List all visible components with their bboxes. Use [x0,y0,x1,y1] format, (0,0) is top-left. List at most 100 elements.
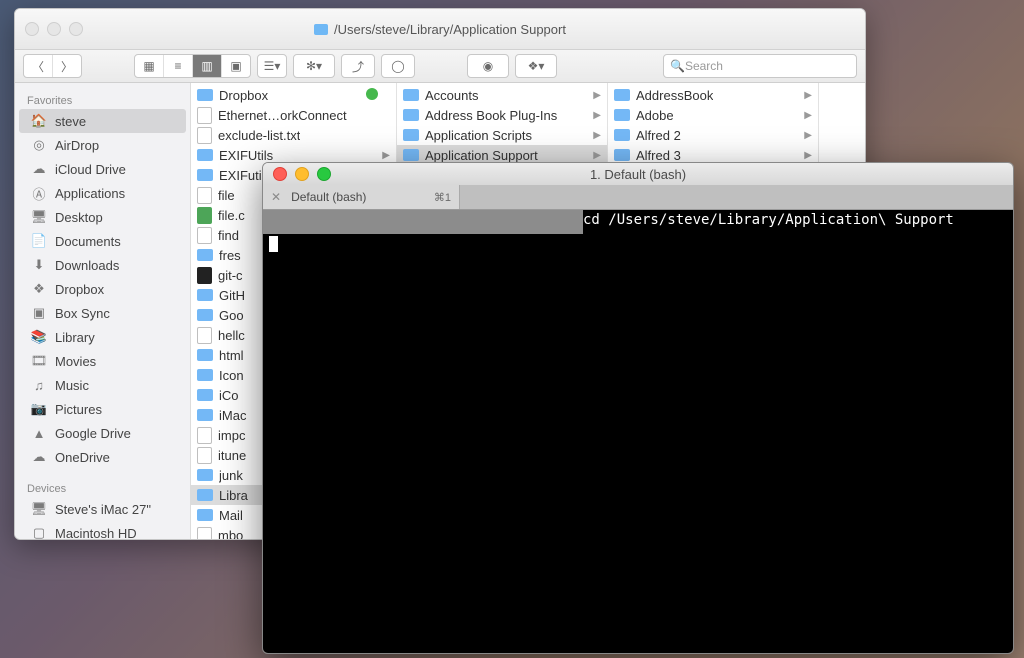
imac-icon: 🖥 [31,501,47,517]
command-text: cd /Users/steve/Library/Application\ Sup… [583,212,954,228]
file-icon [197,207,212,224]
sidebar-item-label: Google Drive [55,426,131,441]
tags-button[interactable]: ◯ [381,54,415,78]
sidebar-item-onedrive[interactable]: ☁OneDrive [19,445,186,469]
item-label: Accounts [425,88,478,103]
title-text: /Users/steve/Library/Application Support [334,22,566,37]
folder-icon [197,149,213,161]
sidebar-item-label: Applications [55,186,125,201]
search-field[interactable]: 🔍 Search [663,54,857,78]
share-button[interactable]: ⤴ [341,54,375,78]
chevron-right-icon: ▶ [593,150,601,161]
file-icon [197,327,212,344]
file-icon [197,227,212,244]
folder-icon [403,129,419,141]
tab-close-icon[interactable]: ✕ [271,190,281,204]
terminal-body[interactable]: cd /Users/steve/Library/Application\ Sup… [263,210,1013,654]
folder-icon [197,349,213,361]
search-placeholder: Search [685,59,723,73]
list-item[interactable]: Alfred 2▶ [608,125,818,145]
sidebar-item-icloud-drive[interactable]: ☁iCloud Drive [19,157,186,181]
sidebar-item-macintosh-hd[interactable]: ▢Macintosh HD [19,521,186,540]
list-item[interactable]: Application Scripts▶ [397,125,607,145]
terminal-titlebar[interactable]: 1. Default (bash) [263,163,1013,185]
sidebar-item-google-drive[interactable]: ▲Google Drive [19,421,186,445]
sidebar-item-airdrop[interactable]: ◎AirDrop [19,133,186,157]
sidebar-item-library[interactable]: 📚Library [19,325,186,349]
finder-titlebar[interactable]: /Users/steve/Library/Application Support [15,9,865,50]
list-item[interactable]: AddressBook▶ [608,85,818,105]
home-icon: 🏠 [31,113,47,129]
dropbox-icon: ❖ [31,281,47,297]
list-item[interactable]: exclude-list.txt [191,125,396,145]
file-icon [197,267,212,284]
sidebar-item-label: Steve's iMac 27" [55,502,151,517]
list-item[interactable]: Address Book Plug-Ins▶ [397,105,607,125]
icon-view-button[interactable]: ▦ [135,55,164,77]
column-view-button[interactable]: ▥ [193,55,222,77]
desktop-icon: 🖥 [31,209,47,225]
back-button[interactable]: 〈 [24,55,53,77]
sidebar-item-music[interactable]: ♫Music [19,373,186,397]
item-label: EXIFUtils [219,148,273,163]
item-label: Goo [219,308,244,323]
sidebar-item-desktop[interactable]: 🖥 Desktop [19,205,186,229]
item-label: Libra [219,488,248,503]
arrange-button[interactable]: ☰▾ [258,55,286,77]
action-button[interactable]: ✻▾ [294,55,334,77]
tab-label: Default (bash) [291,190,366,204]
folder-icon [197,409,213,421]
sidebar-item-label: Macintosh HD [55,526,137,541]
chevron-right-icon: ▶ [382,150,390,161]
list-item[interactable]: Accounts ▶ [397,85,607,105]
quicklook-button[interactable]: ◉ [467,54,509,78]
file-icon [197,527,212,541]
chevron-right-icon: ▶ [804,90,812,101]
item-label: iCo [219,388,239,403]
sidebar-item-pictures[interactable]: 📷Pictures [19,397,186,421]
item-label: Application Scripts [425,128,532,143]
sidebar-item-steve-s-imac-27-[interactable]: 🖥 Steve's iMac 27" [19,497,186,521]
terminal-title: 1. Default (bash) [263,167,1013,182]
forward-button[interactable]: 〉 [53,55,81,77]
folder-icon [197,289,213,301]
folder-icon [614,89,630,101]
sidebar-item-downloads[interactable]: ⬇Downloads [19,253,186,277]
file-icon [197,107,212,124]
folder-icon [197,369,213,381]
folder-icon [197,249,213,261]
sidebar-item-label: Desktop [55,210,103,225]
sidebar-item-steve[interactable]: 🏠steve [19,109,186,133]
item-label: hellc [218,328,245,343]
list-view-button[interactable]: ≡ [164,55,193,77]
terminal-window: 1. Default (bash) ✕ Default (bash) ⌘1 cd… [262,162,1014,654]
sidebar-item-dropbox[interactable]: ❖ Dropbox [19,277,186,301]
chevron-right-icon: ▶ [593,90,601,101]
folder-icon [403,89,419,101]
finder-sidebar[interactable]: Favorites 🏠steve◎AirDrop☁iCloud DriveⒶAp… [15,83,191,540]
sidebar-item-box-sync[interactable]: ▣Box Sync [19,301,186,325]
folder-icon [403,109,419,121]
terminal-tab[interactable]: ✕ Default (bash) ⌘1 [263,185,460,209]
folder-icon [197,489,213,501]
pics-icon: 📷 [31,401,47,417]
file-icon [197,447,212,464]
gallery-view-button[interactable]: ▣ [222,55,250,77]
dropbox-group: ❖▾ [515,54,557,78]
dropbox-button[interactable]: ❖▾ [516,55,556,77]
sidebar-item-documents[interactable]: 📄Documents [19,229,186,253]
list-item[interactable]: Ethernet…orkConnect [191,105,396,125]
folder-icon [197,389,213,401]
list-item[interactable]: Dropbox [191,85,396,105]
sidebar-item-applications[interactable]: ⒶApplications [19,181,186,205]
item-label: fres [219,248,241,263]
window-title: /Users/steve/Library/Application Support [15,22,865,37]
item-label: Application Support [425,148,538,163]
sidebar-item-movies[interactable]: 🎞Movies [19,349,186,373]
tab-shortcut: ⌘1 [434,191,451,204]
sidebar-item-label: Dropbox [55,282,104,297]
item-label: itune [218,448,246,463]
list-item[interactable]: Adobe▶ [608,105,818,125]
prompt-background [263,210,583,234]
sync-check-icon [366,88,378,100]
